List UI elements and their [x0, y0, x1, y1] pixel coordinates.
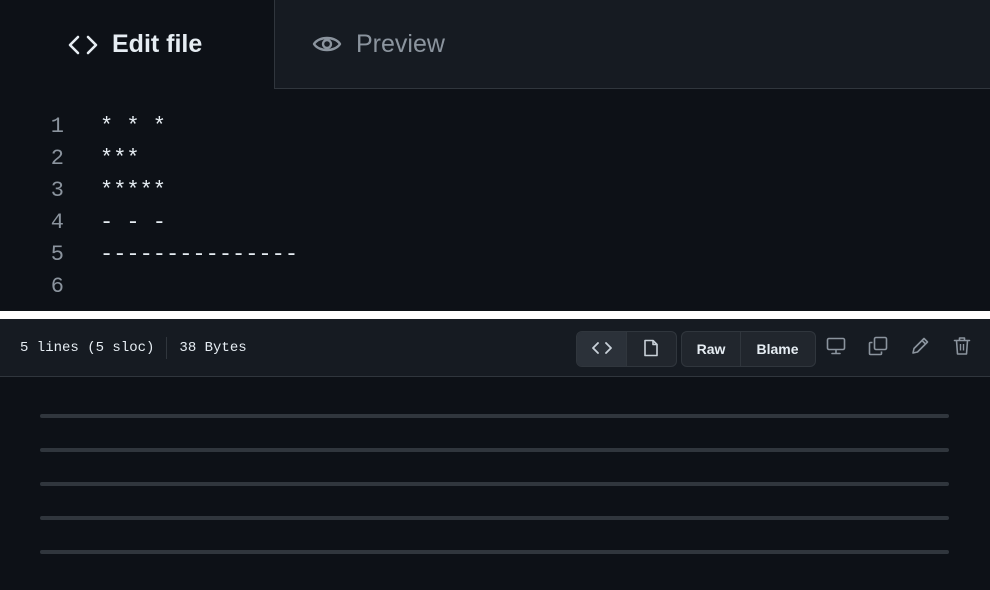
horizontal-rule: [40, 482, 949, 486]
line-number: 3: [50, 177, 64, 203]
raw-blame-group: Raw Blame: [681, 331, 816, 367]
tab-edit-file[interactable]: Edit file: [0, 0, 275, 89]
code-icon: [591, 341, 612, 358]
tab-edit-file-label: Edit file: [112, 30, 203, 58]
trash-icon: [953, 336, 971, 361]
editor-panel: Edit file Preview 1 * * * 2 *** 3 ***** …: [0, 0, 990, 311]
code-line: 3 *****: [0, 174, 990, 206]
horizontal-rule: [40, 448, 949, 452]
line-content[interactable]: *****: [100, 178, 166, 203]
preview-view-button[interactable]: [626, 332, 675, 366]
file-meta: 5 lines (5 sloc) 38 Bytes: [20, 319, 247, 376]
code-line: 4 - - -: [0, 206, 990, 238]
file-header: 5 lines (5 sloc) 38 Bytes Raw Blame: [0, 319, 990, 377]
line-number: 1: [50, 113, 64, 139]
delete-button[interactable]: [947, 333, 977, 363]
code-line: 1 * * *: [0, 110, 990, 142]
code-view-button[interactable]: [577, 332, 626, 366]
horizontal-rule: [40, 550, 949, 554]
code-line: 5 ---------------: [0, 238, 990, 270]
file-view-panel: 5 lines (5 sloc) 38 Bytes Raw Blame: [0, 319, 990, 590]
pencil-icon: [910, 336, 930, 361]
meta-separator: [166, 336, 168, 359]
tab-preview-label: Preview: [356, 29, 445, 58]
eye-icon: [312, 33, 342, 55]
panel-divider: [0, 311, 990, 319]
line-number: 5: [50, 241, 64, 267]
copy-icon: [868, 336, 888, 361]
edit-button[interactable]: [905, 333, 935, 363]
line-number: 6: [50, 273, 64, 299]
copy-button[interactable]: [863, 333, 893, 363]
blame-button[interactable]: Blame: [740, 332, 814, 366]
rendered-content: [40, 414, 949, 584]
line-content[interactable]: ***: [100, 146, 140, 171]
tab-preview[interactable]: Preview: [275, 0, 575, 88]
desktop-icon: [826, 337, 846, 360]
view-toggle-group: [576, 331, 677, 367]
display-source-button[interactable]: [821, 333, 851, 363]
line-number: 2: [50, 145, 64, 171]
code-icon: [68, 34, 98, 56]
horizontal-rule: [40, 414, 949, 418]
line-content[interactable]: ---------------: [100, 242, 298, 267]
line-content[interactable]: * * *: [100, 114, 166, 139]
raw-button[interactable]: Raw: [682, 332, 740, 366]
line-content[interactable]: - - -: [100, 210, 166, 235]
code-line: 2 ***: [0, 142, 990, 174]
editor-tabbar: Edit file Preview: [0, 0, 990, 89]
line-number: 4: [50, 209, 64, 235]
horizontal-rule: [40, 516, 949, 520]
code-line: 6: [0, 270, 990, 302]
line-count: 5 lines (5 sloc): [20, 339, 155, 356]
file-size: 38 Bytes: [179, 339, 247, 356]
code-editor[interactable]: 1 * * * 2 *** 3 ***** 4 - - - 5 --------…: [0, 110, 990, 302]
file-icon: [643, 339, 659, 360]
